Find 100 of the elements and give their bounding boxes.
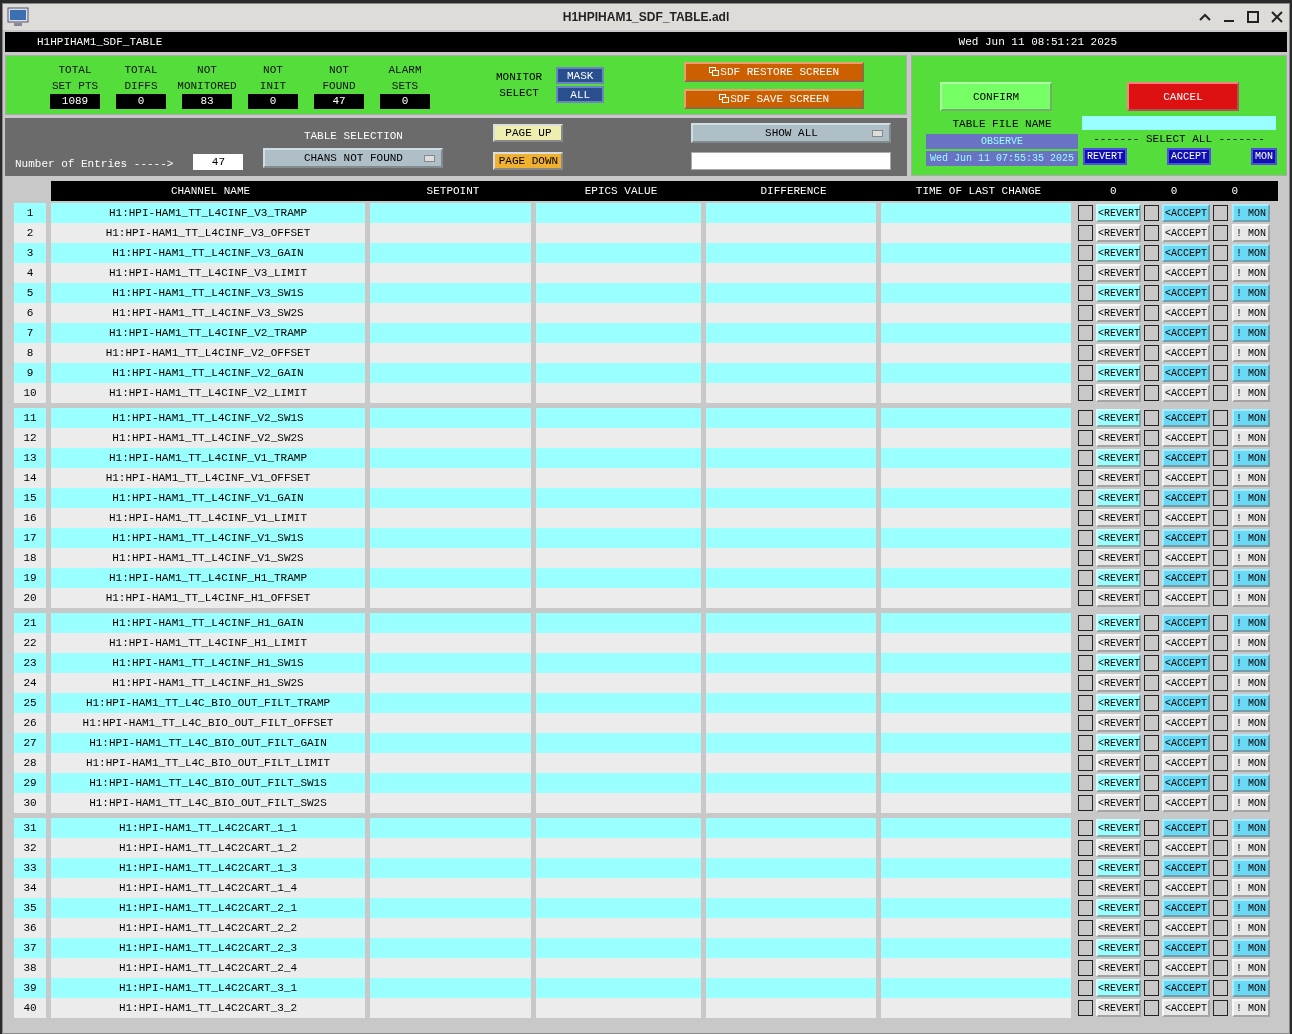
revert-button[interactable]: <REVERT xyxy=(1096,284,1141,302)
monitor-button[interactable]: ! MON xyxy=(1232,754,1270,772)
accept-button[interactable]: <ACCEPT xyxy=(1162,754,1210,772)
accept-button[interactable]: <ACCEPT xyxy=(1162,204,1210,222)
revert-button[interactable]: <REVERT xyxy=(1096,614,1141,632)
revert-button[interactable]: <REVERT xyxy=(1096,489,1141,507)
revert-button[interactable]: <REVERT xyxy=(1096,204,1141,222)
monitor-button[interactable]: ! MON xyxy=(1232,509,1270,527)
accept-button[interactable]: <ACCEPT xyxy=(1162,634,1210,652)
accept-button[interactable]: <ACCEPT xyxy=(1162,284,1210,302)
revert-button[interactable]: <REVERT xyxy=(1096,774,1141,792)
monitor-button[interactable]: ! MON xyxy=(1232,244,1270,262)
revert-button[interactable]: <REVERT xyxy=(1096,509,1141,527)
monitor-button[interactable]: ! MON xyxy=(1232,224,1270,242)
monitor-button[interactable]: ! MON xyxy=(1232,979,1270,997)
select-all-button[interactable]: ACCEPT xyxy=(1167,148,1211,165)
monitor-button[interactable]: ! MON xyxy=(1232,364,1270,382)
accept-button[interactable]: <ACCEPT xyxy=(1162,489,1210,507)
revert-button[interactable]: <REVERT xyxy=(1096,304,1141,322)
revert-button[interactable]: <REVERT xyxy=(1096,569,1141,587)
page-button[interactable]: PAGE UP xyxy=(493,124,564,142)
accept-button[interactable]: <ACCEPT xyxy=(1162,879,1210,897)
revert-button[interactable]: <REVERT xyxy=(1096,449,1141,467)
revert-button[interactable]: <REVERT xyxy=(1096,264,1141,282)
revert-button[interactable]: <REVERT xyxy=(1096,899,1141,917)
monitor-button[interactable]: ! MON xyxy=(1232,999,1270,1017)
monitor-button[interactable]: ! MON xyxy=(1232,409,1270,427)
revert-button[interactable]: <REVERT xyxy=(1096,364,1141,382)
cancel-button[interactable]: CANCEL xyxy=(1127,82,1239,111)
sdf-screen-button[interactable]: SDF SAVE SCREEN xyxy=(684,88,865,109)
monitor-button[interactable]: ! MON xyxy=(1232,324,1270,342)
monitor-select-button[interactable]: MASK xyxy=(556,67,605,84)
accept-button[interactable]: <ACCEPT xyxy=(1162,734,1210,752)
monitor-button[interactable]: ! MON xyxy=(1232,529,1270,547)
accept-button[interactable]: <ACCEPT xyxy=(1162,819,1210,837)
monitor-button[interactable]: ! MON xyxy=(1232,919,1270,937)
monitor-button[interactable]: ! MON xyxy=(1232,284,1270,302)
revert-button[interactable]: <REVERT xyxy=(1096,429,1141,447)
accept-button[interactable]: <ACCEPT xyxy=(1162,959,1210,977)
accept-button[interactable]: <ACCEPT xyxy=(1162,324,1210,342)
monitor-button[interactable]: ! MON xyxy=(1232,549,1270,567)
monitor-button[interactable]: ! MON xyxy=(1232,714,1270,732)
monitor-button[interactable]: ! MON xyxy=(1232,344,1270,362)
revert-button[interactable]: <REVERT xyxy=(1096,794,1141,812)
monitor-button[interactable]: ! MON xyxy=(1232,839,1270,857)
revert-button[interactable]: <REVERT xyxy=(1096,324,1141,342)
monitor-button[interactable]: ! MON xyxy=(1232,489,1270,507)
accept-button[interactable]: <ACCEPT xyxy=(1162,939,1210,957)
page-button[interactable]: PAGE DOWN xyxy=(493,152,564,170)
revert-button[interactable]: <REVERT xyxy=(1096,384,1141,402)
revert-button[interactable]: <REVERT xyxy=(1096,979,1141,997)
revert-button[interactable]: <REVERT xyxy=(1096,859,1141,877)
maximize-icon[interactable] xyxy=(1247,11,1259,23)
accept-button[interactable]: <ACCEPT xyxy=(1162,529,1210,547)
accept-button[interactable]: <ACCEPT xyxy=(1162,429,1210,447)
monitor-button[interactable]: ! MON xyxy=(1232,634,1270,652)
accept-button[interactable]: <ACCEPT xyxy=(1162,384,1210,402)
monitor-button[interactable]: ! MON xyxy=(1232,469,1270,487)
accept-button[interactable]: <ACCEPT xyxy=(1162,264,1210,282)
revert-button[interactable]: <REVERT xyxy=(1096,879,1141,897)
monitor-button[interactable]: ! MON xyxy=(1232,879,1270,897)
accept-button[interactable]: <ACCEPT xyxy=(1162,409,1210,427)
accept-button[interactable]: <ACCEPT xyxy=(1162,469,1210,487)
monitor-button[interactable]: ! MON xyxy=(1232,959,1270,977)
accept-button[interactable]: <ACCEPT xyxy=(1162,774,1210,792)
monitor-select-button[interactable]: ALL xyxy=(556,86,605,103)
revert-button[interactable]: <REVERT xyxy=(1096,244,1141,262)
revert-button[interactable]: <REVERT xyxy=(1096,469,1141,487)
revert-button[interactable]: <REVERT xyxy=(1096,714,1141,732)
monitor-button[interactable]: ! MON xyxy=(1232,939,1270,957)
accept-button[interactable]: <ACCEPT xyxy=(1162,694,1210,712)
revert-button[interactable]: <REVERT xyxy=(1096,634,1141,652)
accept-button[interactable]: <ACCEPT xyxy=(1162,224,1210,242)
monitor-button[interactable]: ! MON xyxy=(1232,819,1270,837)
monitor-button[interactable]: ! MON xyxy=(1232,304,1270,322)
monitor-button[interactable]: ! MON xyxy=(1232,204,1270,222)
revert-button[interactable]: <REVERT xyxy=(1096,589,1141,607)
accept-button[interactable]: <ACCEPT xyxy=(1162,589,1210,607)
monitor-button[interactable]: ! MON xyxy=(1232,774,1270,792)
accept-button[interactable]: <ACCEPT xyxy=(1162,674,1210,692)
revert-button[interactable]: <REVERT xyxy=(1096,549,1141,567)
accept-button[interactable]: <ACCEPT xyxy=(1162,304,1210,322)
revert-button[interactable]: <REVERT xyxy=(1096,674,1141,692)
collapse-icon[interactable] xyxy=(1199,12,1211,22)
accept-button[interactable]: <ACCEPT xyxy=(1162,549,1210,567)
revert-button[interactable]: <REVERT xyxy=(1096,999,1141,1017)
accept-button[interactable]: <ACCEPT xyxy=(1162,569,1210,587)
monitor-button[interactable]: ! MON xyxy=(1232,264,1270,282)
accept-button[interactable]: <ACCEPT xyxy=(1162,614,1210,632)
revert-button[interactable]: <REVERT xyxy=(1096,959,1141,977)
sdf-screen-button[interactable]: SDF RESTORE SCREEN xyxy=(684,61,865,82)
revert-button[interactable]: <REVERT xyxy=(1096,344,1141,362)
accept-button[interactable]: <ACCEPT xyxy=(1162,654,1210,672)
monitor-button[interactable]: ! MON xyxy=(1232,899,1270,917)
accept-button[interactable]: <ACCEPT xyxy=(1162,364,1210,382)
accept-button[interactable]: <ACCEPT xyxy=(1162,714,1210,732)
revert-button[interactable]: <REVERT xyxy=(1096,224,1141,242)
close-icon[interactable] xyxy=(1271,11,1283,23)
monitor-button[interactable]: ! MON xyxy=(1232,429,1270,447)
monitor-button[interactable]: ! MON xyxy=(1232,569,1270,587)
